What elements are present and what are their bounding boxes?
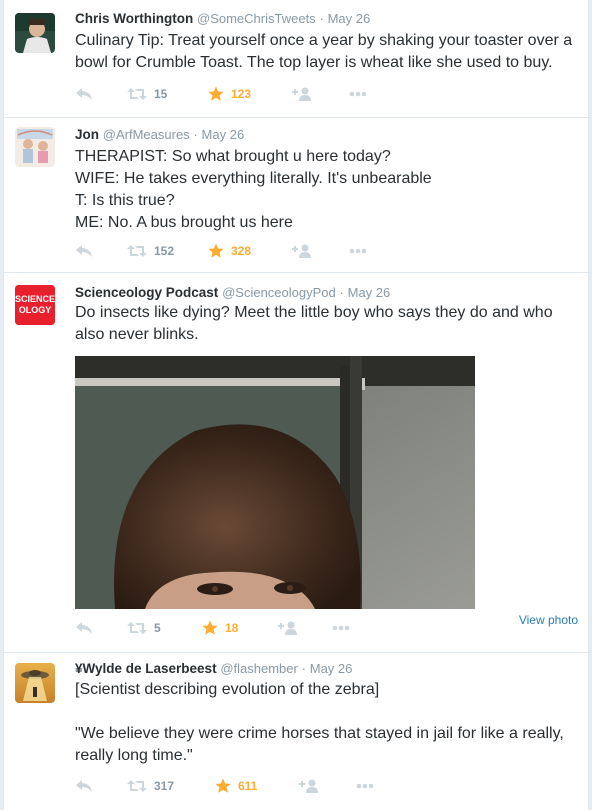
favorite-button[interactable]: 328 <box>208 241 251 261</box>
retweet-count: 317 <box>154 779 175 793</box>
follow-icon <box>278 621 297 635</box>
author-name[interactable]: ¥Wylde de Laserbeest <box>75 661 217 676</box>
avatar[interactable]: SCIENCE OLOGY <box>15 285 55 325</box>
separator: · <box>301 661 306 676</box>
reply-button[interactable] <box>75 776 93 796</box>
favorite-button[interactable]: 18 <box>202 618 238 638</box>
author-name[interactable]: Jon <box>75 127 99 142</box>
separator: · <box>339 285 344 300</box>
tweet-item[interactable]: ¥Wylde de Laserbeest @flashember · May 2… <box>4 653 590 810</box>
retweet-button[interactable]: 5 <box>127 618 161 638</box>
timestamp[interactable]: May 26 <box>348 285 391 300</box>
separator: · <box>193 127 198 142</box>
tweet-actions: 5 18 <box>75 618 375 638</box>
separator: · <box>319 11 324 26</box>
tweet-item[interactable]: SCIENCE OLOGY Scienceology Podcast @Scie… <box>4 273 590 653</box>
tweet-text-line: [Scientist describing evolution of the z… <box>75 681 380 698</box>
favorite-count: 123 <box>231 87 252 101</box>
author-name[interactable]: Scienceology Podcast <box>75 285 218 300</box>
reply-icon <box>76 245 92 257</box>
more-icon <box>349 91 367 97</box>
follow-button[interactable] <box>292 84 312 104</box>
tweet-item[interactable]: Chris Worthington @SomeChrisTweets · May… <box>4 0 590 118</box>
tweet-header: Jon @ArfMeasures · May 26 <box>75 127 244 142</box>
tweet-header: Scienceology Podcast @ScienceologyPod · … <box>75 285 390 300</box>
tweet-text-line: THERAPIST: So what brought u here today? <box>75 148 391 165</box>
favorite-star-icon <box>208 86 224 101</box>
tweet-text-line: WIFE: He takes everything literally. It'… <box>75 170 432 187</box>
tweet-text-line <box>75 701 580 723</box>
reply-icon <box>76 622 92 634</box>
more-icon <box>349 248 367 254</box>
reply-icon <box>76 780 92 792</box>
favorite-star-icon <box>202 620 218 635</box>
tweet-timeline: Chris Worthington @SomeChrisTweets · May… <box>3 0 590 810</box>
timestamp[interactable]: May 26 <box>202 127 245 142</box>
tweet-actions: 152 328 <box>75 241 375 261</box>
svg-text:SCIENCE: SCIENCE <box>15 294 55 304</box>
tweet-actions: 15 123 <box>75 84 375 104</box>
tweet-header: Chris Worthington @SomeChrisTweets · May… <box>75 11 370 26</box>
svg-text:OLOGY: OLOGY <box>19 305 52 315</box>
tweet-text-line: "We believe they were crime horses that … <box>75 725 569 764</box>
more-button[interactable] <box>349 241 367 261</box>
retweet-button[interactable]: 152 <box>127 241 174 261</box>
tweet-actions: 317 611 <box>75 776 375 796</box>
follow-button[interactable] <box>292 241 312 261</box>
tweet-text: THERAPIST: So what brought u here today?… <box>75 146 580 234</box>
tweet-photo[interactable] <box>75 356 475 609</box>
follow-icon <box>292 244 311 258</box>
more-button[interactable] <box>332 618 350 638</box>
author-handle[interactable]: @ScienceologyPod <box>222 285 336 300</box>
tweet-item[interactable]: Jon @ArfMeasures · May 26 THERAPIST: So … <box>4 118 590 273</box>
more-button[interactable] <box>349 84 367 104</box>
retweet-icon <box>127 245 147 257</box>
author-handle[interactable]: @SomeChrisTweets <box>197 11 316 26</box>
favorite-button[interactable]: 611 <box>215 776 257 796</box>
avatar[interactable] <box>15 127 55 167</box>
follow-icon <box>299 779 318 793</box>
reply-button[interactable] <box>75 84 93 104</box>
retweet-count: 152 <box>154 244 175 258</box>
reply-icon <box>76 88 92 100</box>
favorite-star-icon <box>208 243 224 258</box>
tweet-header: ¥Wylde de Laserbeest @flashember · May 2… <box>75 661 352 676</box>
follow-button[interactable] <box>299 776 319 796</box>
reply-button[interactable] <box>75 618 93 638</box>
avatar[interactable] <box>15 13 55 53</box>
author-handle[interactable]: @ArfMeasures <box>103 127 190 142</box>
favorite-count: 328 <box>231 244 252 258</box>
favorite-star-icon <box>215 778 231 793</box>
timestamp[interactable]: May 26 <box>310 661 353 676</box>
author-handle[interactable]: @flashember <box>220 661 298 676</box>
tweet-text-line: ME: No. A bus brought us here <box>75 214 293 231</box>
scienceology-logo: SCIENCE OLOGY <box>15 285 55 325</box>
author-name[interactable]: Chris Worthington <box>75 11 193 26</box>
timestamp[interactable]: May 26 <box>328 11 371 26</box>
retweet-button[interactable]: 15 <box>127 84 167 104</box>
tweet-text-line: Culinary Tip: Treat yourself once a year… <box>75 32 577 71</box>
favorite-button[interactable]: 123 <box>208 84 251 104</box>
tweet-text: [Scientist describing evolution of the z… <box>75 679 580 767</box>
retweet-button[interactable]: 317 <box>127 776 174 796</box>
avatar[interactable] <box>15 663 55 703</box>
favorite-count: 611 <box>238 779 258 793</box>
tweet-text: Do insects like dying? Meet the little b… <box>75 302 580 346</box>
more-icon <box>332 625 350 631</box>
retweet-icon <box>127 622 147 634</box>
follow-button[interactable] <box>278 618 298 638</box>
more-icon <box>356 783 374 789</box>
retweet-count: 5 <box>154 621 161 635</box>
tweet-text-line: Do insects like dying? Meet the little b… <box>75 304 558 343</box>
tweet-text: Culinary Tip: Treat yourself once a year… <box>75 30 580 74</box>
view-photo-link[interactable]: View photo <box>519 613 578 627</box>
tweet-text-line: T: Is this true? <box>75 192 175 209</box>
reply-button[interactable] <box>75 241 93 261</box>
more-button[interactable] <box>356 776 374 796</box>
retweet-icon <box>127 88 147 100</box>
favorite-count: 18 <box>225 621 239 635</box>
follow-icon <box>292 87 311 101</box>
retweet-icon <box>127 780 147 792</box>
retweet-count: 15 <box>154 87 168 101</box>
